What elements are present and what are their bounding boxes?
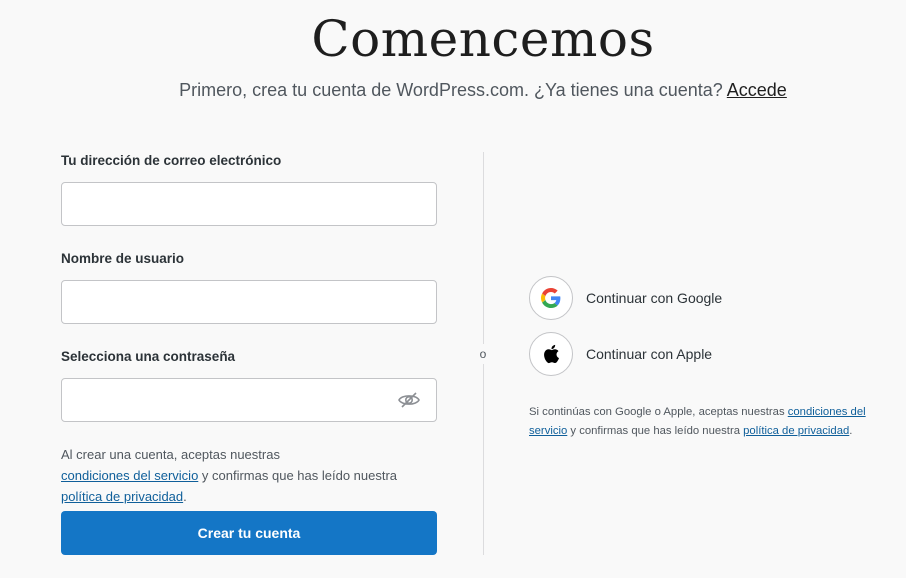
page-title: Comencemos xyxy=(311,10,655,68)
social-terms: Si continúas con Google o Apple, aceptas… xyxy=(529,403,889,441)
form-terms: Al crear una cuenta, aceptas nuestras co… xyxy=(61,444,437,507)
password-label: Selecciona una contraseña xyxy=(61,349,236,364)
password-field[interactable] xyxy=(61,378,437,422)
google-signin-button[interactable]: Continuar con Google xyxy=(529,275,789,321)
apple-signin-button[interactable]: Continuar con Apple xyxy=(529,331,789,377)
social-terms-suffix: . xyxy=(849,425,853,437)
username-field[interactable] xyxy=(61,280,437,324)
username-label: Nombre de usuario xyxy=(61,251,185,266)
terms-prefix: Al crear una cuenta, aceptas nuestras xyxy=(61,447,280,462)
email-label: Tu dirección de correo electrónico xyxy=(61,153,282,168)
apple-signin-label: Continuar con Apple xyxy=(586,346,713,362)
create-account-button[interactable]: Crear tu cuenta xyxy=(61,511,437,555)
social-terms-prefix: Si continúas con Google o Apple, aceptas… xyxy=(529,406,788,418)
page-subtitle: Primero, crea tu cuenta de WordPress.com… xyxy=(0,80,906,101)
social-terms-middle: y confirmas que has leído nuestra xyxy=(567,425,744,437)
terms-of-service-link[interactable]: condiciones del servicio xyxy=(61,468,198,483)
social-privacy-policy-link[interactable]: política de privacidad xyxy=(743,425,849,437)
google-signin-label: Continuar con Google xyxy=(586,290,723,306)
terms-middle: y confirmas que has leído nuestra xyxy=(198,468,398,483)
terms-suffix: . xyxy=(183,489,187,504)
apple-icon xyxy=(529,332,573,376)
signup-form: Tu dirección de correo electrónico Nombr… xyxy=(61,150,437,507)
divider-label: o xyxy=(475,344,491,364)
privacy-policy-link[interactable]: política de privacidad xyxy=(61,489,183,504)
email-field[interactable] xyxy=(61,182,437,226)
google-icon xyxy=(529,276,573,320)
subtitle-text: Primero, crea tu cuenta de WordPress.com… xyxy=(179,80,723,100)
password-wrapper xyxy=(61,378,437,422)
login-link[interactable]: Accede xyxy=(727,80,787,100)
eye-slash-icon[interactable] xyxy=(397,388,421,412)
